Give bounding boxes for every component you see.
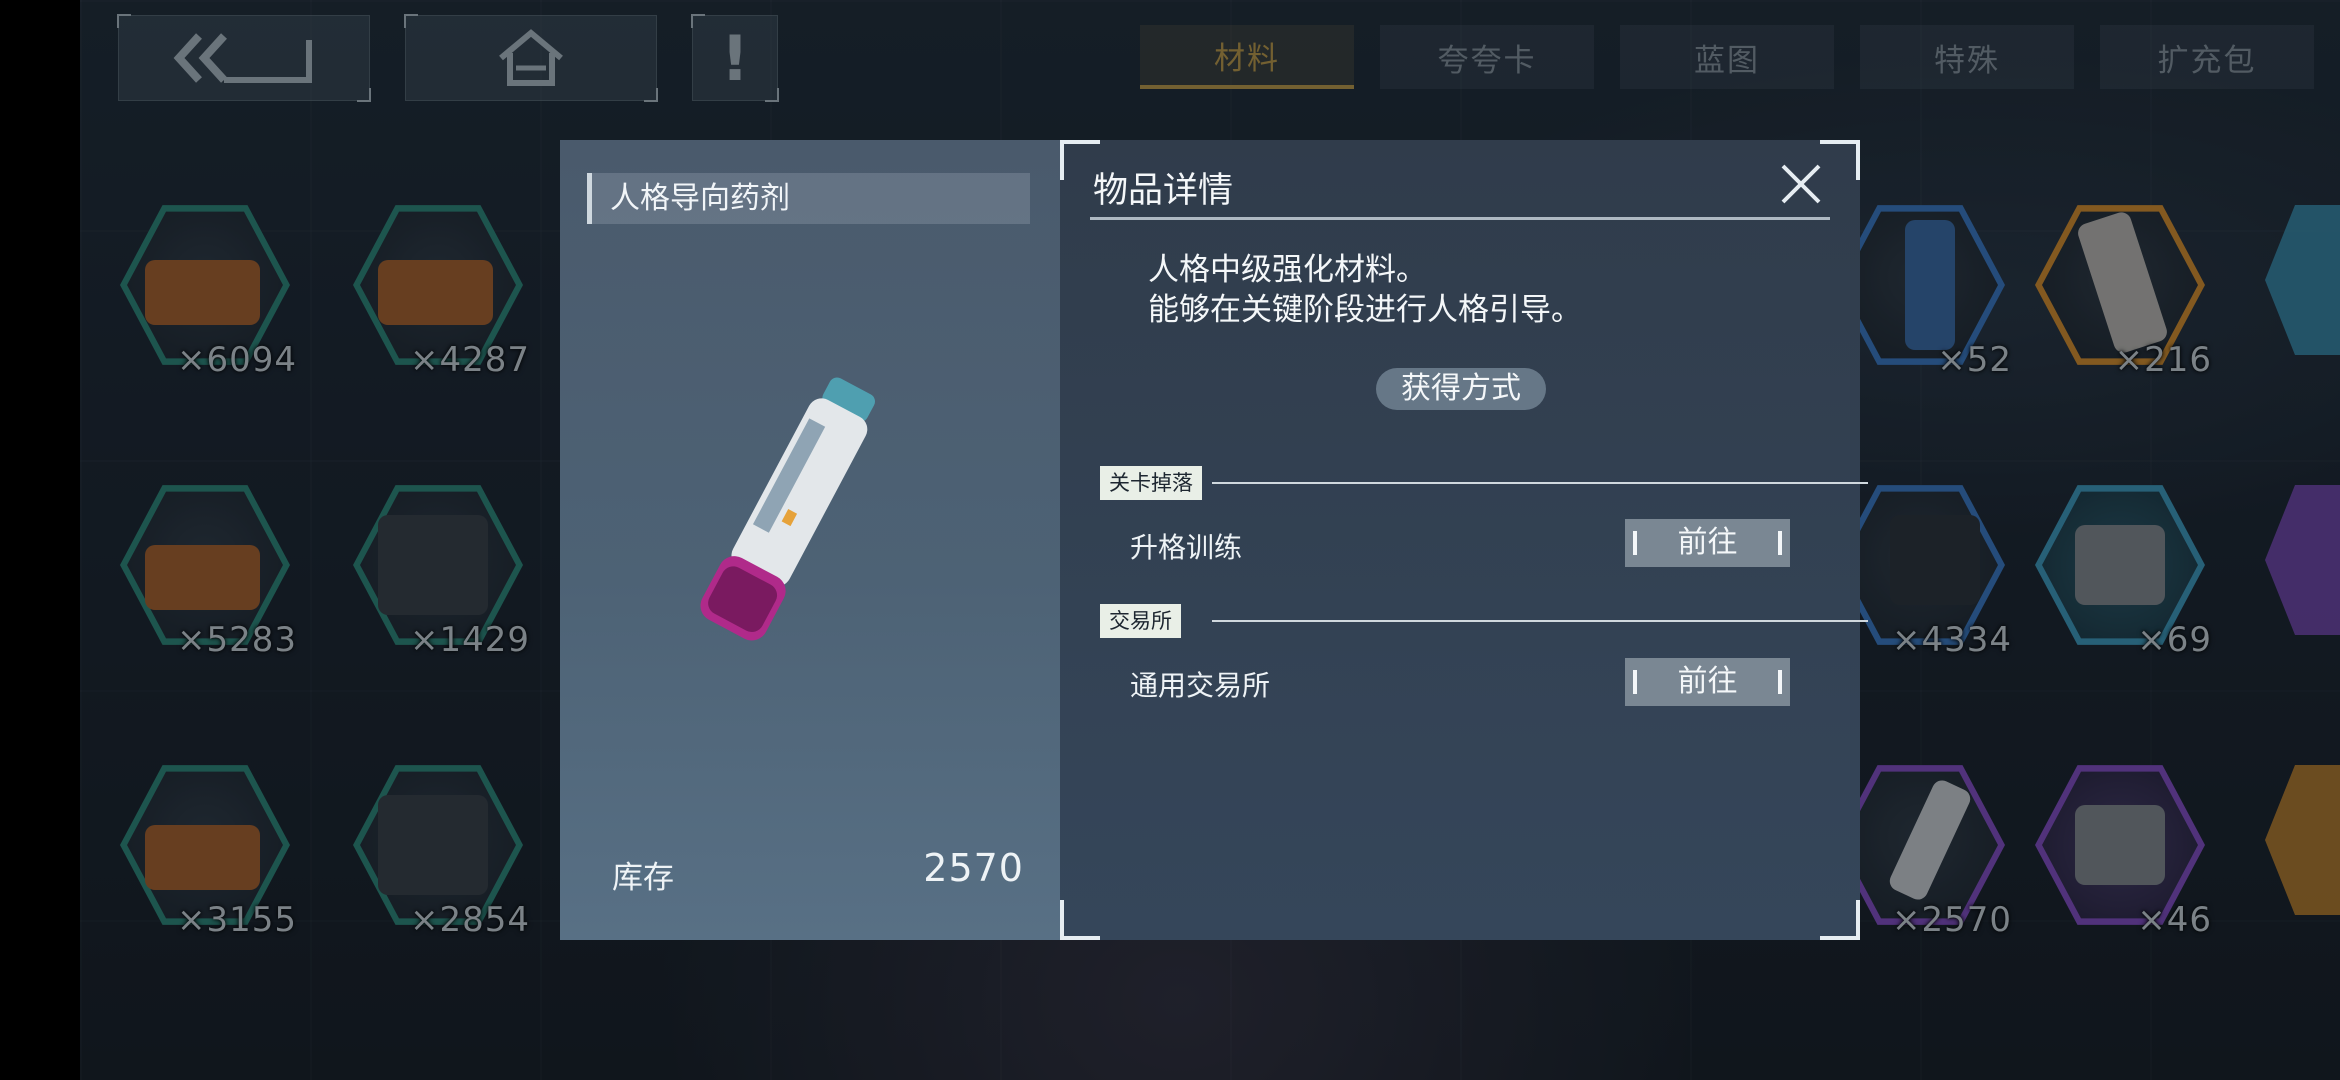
obtain-methods-label: 获得方式 [1376,368,1546,410]
item-preview-panel: 人格导向药剂 库存 2570 [560,140,1060,940]
frame-corner [1820,140,1860,180]
item-name: 人格导向药剂 [587,173,1030,224]
dialog-title: 物品详情 [1093,171,1234,211]
go-button-general-exchange[interactable]: 前往 [1625,658,1790,706]
source-name: 升格训练 [1130,531,1243,564]
source-name: 通用交易所 [1130,669,1271,702]
stock-value: 2570 [923,846,1024,890]
close-button[interactable] [1777,160,1825,208]
go-button-label: 前往 [1677,664,1738,699]
frame-corner [1060,900,1100,940]
item-detail-dialog: 物品详情 人格中级强化材料。 能够在关键阶段进行人格引导。 获得方式 关卡掉落 … [1060,140,1868,940]
button-edge [1633,670,1637,694]
section-label-exchange: 交易所 [1100,604,1181,638]
description-line: 人格中级强化材料。 [1148,252,1427,288]
frame-corner [1820,900,1860,940]
button-edge [1778,670,1782,694]
item-description: 人格中级强化材料。 能够在关键阶段进行人格引导。 [1148,250,1582,330]
go-button-label: 前往 [1677,525,1738,560]
button-edge [1633,531,1637,555]
stock-label: 库存 [612,860,674,896]
injector-vial-icon [700,377,875,641]
section-divider [1212,482,1868,484]
section-label-stage-drop: 关卡掉落 [1100,466,1202,500]
go-button-ascension-training[interactable]: 前往 [1625,519,1790,567]
title-divider [1090,217,1830,220]
section-divider [1212,620,1868,622]
button-edge [1778,531,1782,555]
description-line: 能够在关键阶段进行人格引导。 [1148,292,1582,328]
close-icon [1781,164,1821,204]
